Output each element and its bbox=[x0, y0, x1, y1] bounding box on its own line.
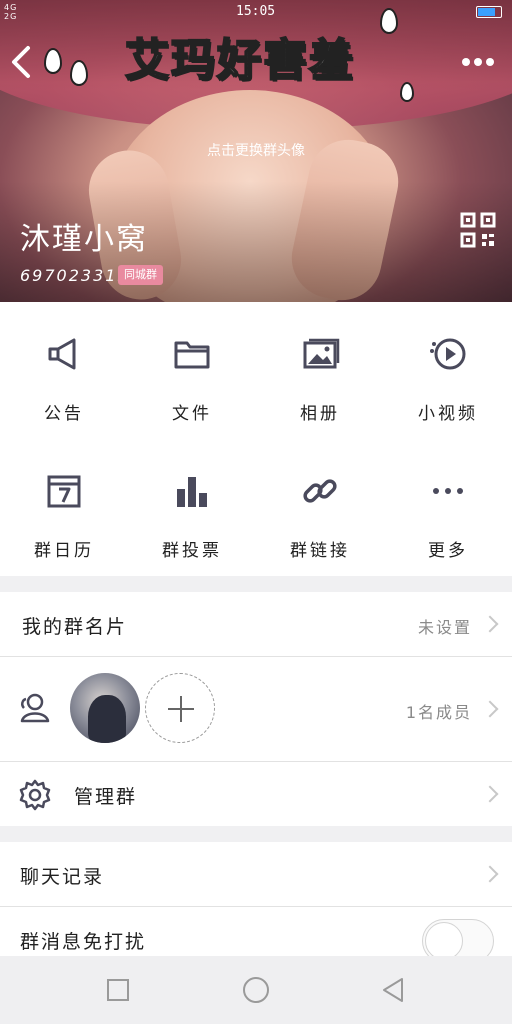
grid-item-files[interactable]: 文件 bbox=[128, 302, 256, 439]
back-triangle-icon[interactable] bbox=[380, 976, 408, 1004]
chevron-right-icon bbox=[481, 615, 499, 633]
sticker-caption: 艾玛好害羞 bbox=[124, 34, 355, 87]
sweat-drop-sticker bbox=[400, 82, 414, 102]
video-icon bbox=[430, 338, 466, 370]
grid-item-label: 群日历 bbox=[34, 541, 94, 561]
signal-indicator: 4G 2G bbox=[4, 3, 17, 21]
add-member-button[interactable] bbox=[145, 673, 215, 743]
back-button[interactable] bbox=[8, 42, 40, 82]
network-type: 2G bbox=[4, 12, 18, 21]
sweat-drop-sticker bbox=[44, 48, 62, 74]
system-navigation-bar bbox=[0, 956, 512, 1024]
grid-item-announcement[interactable]: 公告 bbox=[0, 302, 128, 439]
chevron-right-icon bbox=[481, 865, 499, 883]
qr-code-button[interactable] bbox=[460, 212, 496, 248]
do-not-disturb-row: 群消息免打扰 bbox=[0, 907, 512, 956]
network-type: 4G bbox=[4, 3, 18, 12]
group-card-row[interactable]: 我的群名片 未设置 bbox=[0, 592, 512, 656]
bar-chart-icon bbox=[177, 477, 207, 507]
grid-item-label: 文件 bbox=[172, 404, 212, 424]
manage-group-label: 管理群 bbox=[74, 786, 138, 808]
grid-item-short-video[interactable]: 小视频 bbox=[384, 302, 512, 439]
group-card-label: 我的群名片 bbox=[22, 616, 128, 638]
home-icon[interactable] bbox=[242, 976, 270, 1004]
chevron-left-icon bbox=[12, 46, 30, 78]
link-icon bbox=[303, 479, 337, 503]
status-bar: 4G 2G 15:05 bbox=[0, 0, 512, 24]
chevron-right-icon bbox=[481, 700, 499, 718]
photo-album-icon bbox=[303, 338, 340, 369]
chevron-right-icon bbox=[481, 785, 499, 803]
more-icon bbox=[433, 488, 463, 494]
group-id: 697023315 bbox=[20, 266, 130, 285]
members-row[interactable]: 1名成员 bbox=[0, 657, 512, 761]
do-not-disturb-label: 群消息免打扰 bbox=[20, 931, 147, 953]
group-name: 沐瑾小窝 bbox=[20, 222, 148, 257]
grid-item-calendar[interactable]: 群日历 bbox=[0, 439, 128, 576]
grid-item-label: 小视频 bbox=[418, 404, 478, 424]
clock: 15:05 bbox=[236, 4, 276, 19]
member-avatar[interactable] bbox=[70, 673, 140, 743]
qr-code-icon bbox=[460, 212, 496, 248]
members-icon bbox=[20, 693, 50, 723]
grid-item-label: 群投票 bbox=[162, 541, 222, 561]
folder-icon bbox=[174, 341, 210, 369]
calendar-icon bbox=[47, 475, 81, 508]
sweat-drop-sticker bbox=[70, 60, 88, 86]
grid-item-label: 更多 bbox=[428, 541, 468, 561]
group-header: 4G 2G 15:05 艾玛好害羞 点击更换群头像 沐瑾小窝 697023315… bbox=[0, 0, 512, 302]
chat-history-label: 聊天记录 bbox=[20, 866, 105, 888]
do-not-disturb-toggle[interactable] bbox=[422, 919, 494, 956]
group-card-value: 未设置 bbox=[417, 618, 472, 637]
recent-apps-icon[interactable] bbox=[104, 976, 132, 1004]
grid-item-vote[interactable]: 群投票 bbox=[128, 439, 256, 576]
grid-item-label: 公告 bbox=[44, 404, 84, 424]
feature-grid: 公告 文件 相册 小视频 群日历 群投票 群链接 更多 bbox=[0, 302, 512, 576]
grid-item-more[interactable]: 更多 bbox=[384, 439, 512, 576]
gear-icon bbox=[19, 779, 51, 811]
more-options-button[interactable] bbox=[458, 48, 498, 76]
grid-item-label: 群链接 bbox=[290, 541, 350, 561]
more-dots-icon bbox=[462, 58, 494, 66]
change-avatar-hint[interactable]: 点击更换群头像 bbox=[0, 140, 512, 160]
chat-history-row[interactable]: 聊天记录 bbox=[0, 842, 512, 906]
battery-icon bbox=[476, 6, 502, 18]
grid-item-label: 相册 bbox=[300, 404, 340, 424]
group-type-badge: 同城群 bbox=[118, 265, 163, 285]
grid-item-link[interactable]: 群链接 bbox=[256, 439, 384, 576]
manage-group-row[interactable]: 管理群 bbox=[0, 762, 512, 826]
megaphone-icon bbox=[48, 338, 76, 370]
member-count: 1名成员 bbox=[405, 703, 472, 722]
grid-item-album[interactable]: 相册 bbox=[256, 302, 384, 439]
